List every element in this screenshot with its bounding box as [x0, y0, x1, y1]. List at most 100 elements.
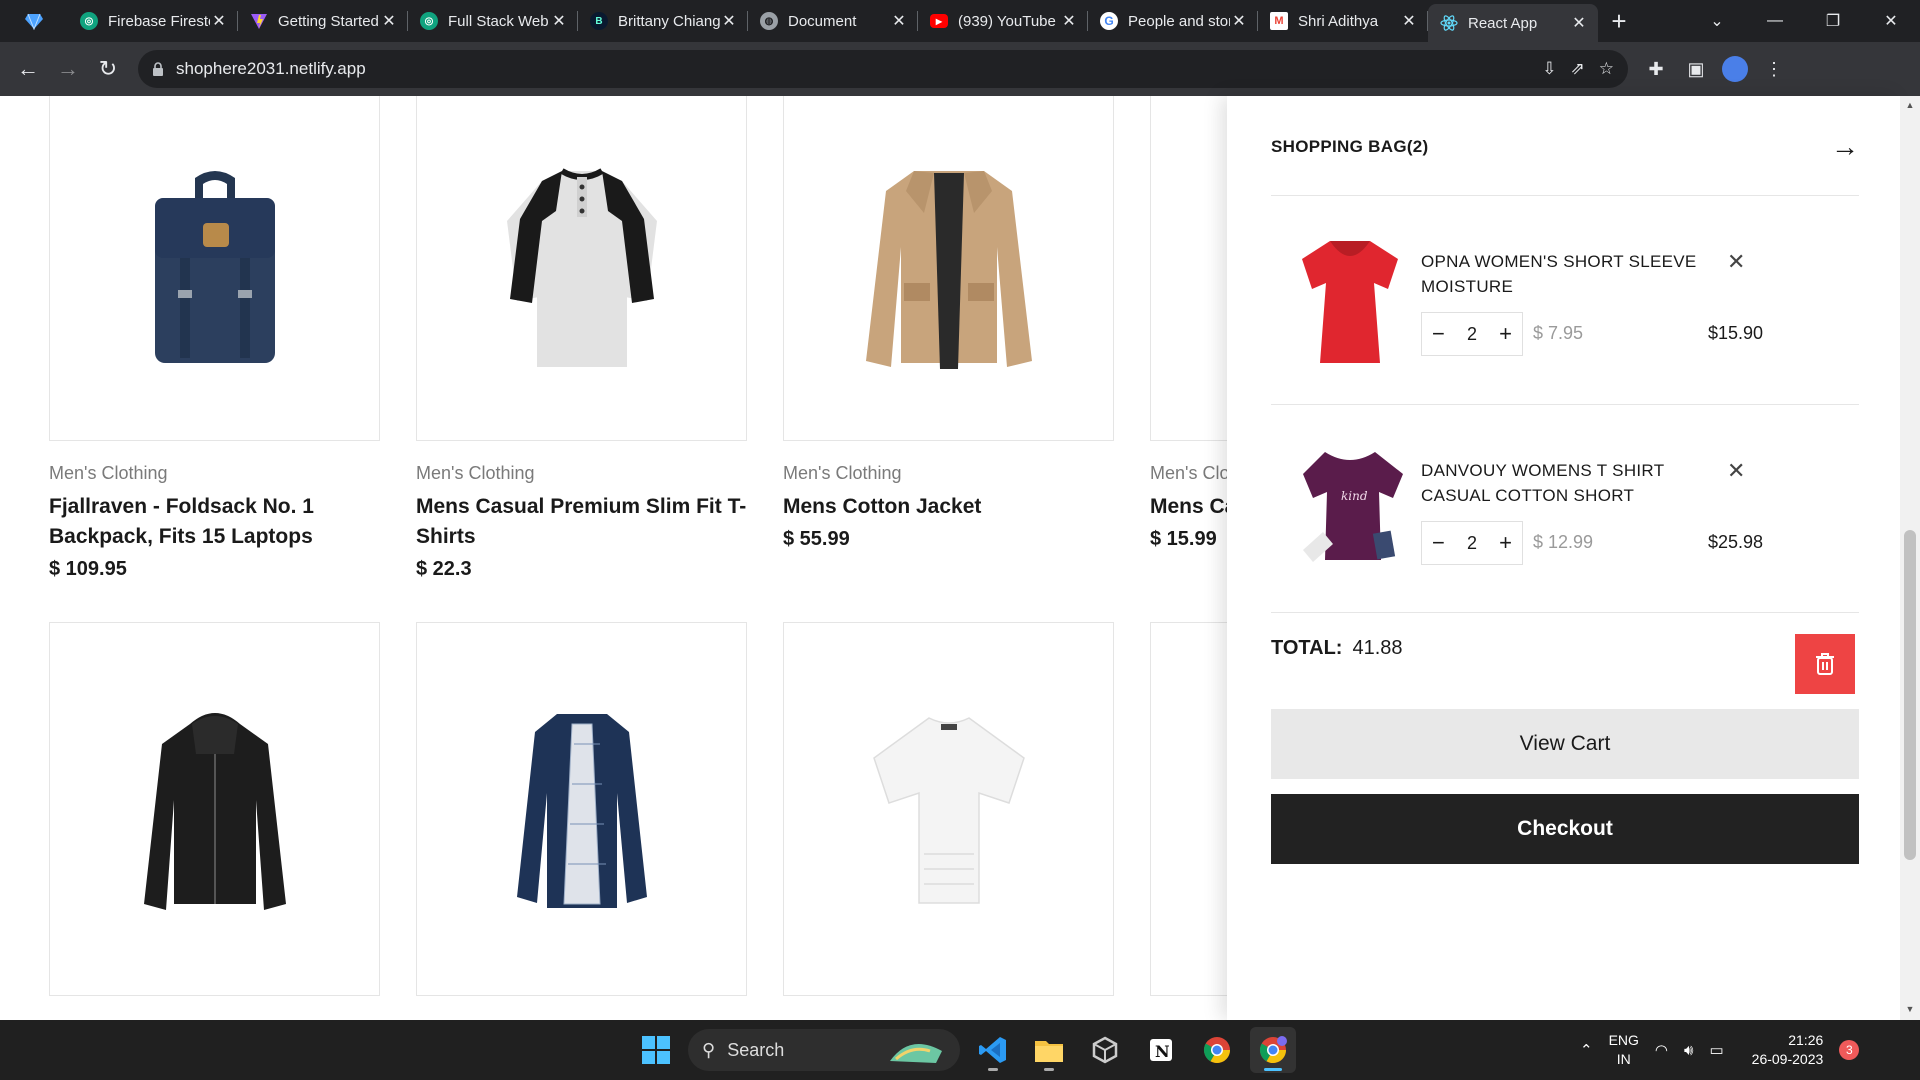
chrome-profile-icon[interactable] — [1250, 1027, 1296, 1073]
notification-badge[interactable]: 3 — [1839, 1040, 1860, 1060]
arrow-right-icon[interactable]: → — [1831, 131, 1859, 163]
clock[interactable]: 21:26 26-09-2023 — [1752, 1031, 1824, 1069]
chrome-icon[interactable] — [1194, 1027, 1240, 1073]
browser-tab[interactable]: ▶ (939) YouTube ✕ — [918, 0, 1088, 42]
menu-kebab-icon[interactable]: ⋮ — [1760, 55, 1788, 83]
product-card[interactable]: Men's Clothing Fjallraven - Foldsack No.… — [49, 96, 380, 581]
product-image[interactable] — [49, 622, 380, 996]
tab-close-icon[interactable]: ✕ — [380, 11, 398, 31]
view-cart-button[interactable]: View Cart — [1271, 709, 1859, 779]
tab-search-chevron-icon[interactable]: ⌄ — [1688, 11, 1746, 31]
unity-icon[interactable] — [1082, 1027, 1128, 1073]
battery-icon[interactable]: ▭ — [1709, 1041, 1723, 1059]
forward-icon[interactable]: → — [48, 49, 88, 89]
clear-cart-button[interactable] — [1795, 634, 1855, 694]
trash-icon — [1816, 653, 1834, 675]
raglan-shirt-image — [506, 168, 657, 367]
language-indicator[interactable]: ENG IN — [1609, 1031, 1639, 1069]
product-name[interactable]: Fjallraven - Foldsack No. 1 Backpack, Fi… — [49, 492, 380, 552]
taskbar-search[interactable]: ⚲ Search — [688, 1029, 960, 1071]
wifi-icon[interactable]: ◠ — [1655, 1041, 1668, 1059]
side-panel-icon[interactable]: ▣ — [1682, 55, 1710, 83]
scrollbar-thumb[interactable] — [1904, 530, 1916, 860]
extensions-puzzle-icon[interactable]: ✚ — [1642, 55, 1670, 83]
volume-icon[interactable]: 🔊︎ — [1684, 1042, 1693, 1059]
remove-item-icon[interactable]: ✕ — [1727, 249, 1745, 275]
divider — [1271, 612, 1859, 613]
running-indicator — [1264, 1068, 1282, 1071]
minimize-icon[interactable]: — — [1746, 12, 1804, 30]
product-name[interactable]: Mens Cotton Jacket — [783, 492, 1114, 522]
windows-start-icon[interactable] — [634, 1028, 678, 1072]
tab-close-icon[interactable]: ✕ — [890, 11, 908, 31]
page-scrollbar[interactable]: ▲ ▼ — [1900, 96, 1920, 1020]
cart-item-name: OPNA WOMEN'S SHORT SLEEVE MOISTURE — [1421, 252, 1697, 296]
back-icon[interactable]: ← — [8, 49, 48, 89]
cart-total: TOTAL: 41.88 — [1271, 637, 1403, 660]
product-card[interactable] — [416, 622, 747, 996]
browser-tab-active[interactable]: React App ✕ — [1428, 4, 1598, 42]
browser-tab[interactable]: ◎ Full Stack Web ✕ — [408, 0, 578, 42]
tab-close-icon[interactable]: ✕ — [1060, 11, 1078, 31]
scroll-up-icon[interactable]: ▲ — [1900, 100, 1920, 110]
product-image[interactable] — [416, 622, 747, 996]
unit-price: $ 7.95 — [1533, 323, 1584, 343]
address-bar[interactable]: shophere2031.netlify.app ⇩ ⇗ ☆ — [138, 50, 1628, 88]
search-placeholder: Search — [727, 1039, 785, 1060]
product-price: $ 109.95 — [49, 558, 127, 580]
browser-tab[interactable]: Getting Started ✕ — [238, 0, 408, 42]
browser-tab[interactable]: M Shri Adithya ✕ — [1258, 0, 1428, 42]
increment-icon[interactable]: + — [1499, 532, 1512, 554]
chevron-up-icon[interactable]: ⌃ — [1580, 1041, 1593, 1059]
tab-close-icon[interactable]: ✕ — [1570, 13, 1588, 33]
cart-item-image[interactable]: kind — [1295, 440, 1405, 580]
product-card[interactable]: Men's Clothing Mens Cotton Jacket $ 55.9… — [783, 96, 1114, 581]
remove-item-icon[interactable]: ✕ — [1727, 458, 1745, 484]
increment-icon[interactable]: + — [1499, 323, 1512, 345]
restore-icon[interactable]: ❐ — [1804, 11, 1862, 31]
decrement-icon[interactable]: − — [1432, 532, 1445, 554]
toolbar-right: ✚ ▣ ⋮ — [1642, 55, 1788, 83]
vscode-icon[interactable] — [970, 1027, 1016, 1073]
tab-close-icon[interactable]: ✕ — [550, 11, 568, 31]
tab-close-icon[interactable]: ✕ — [1400, 11, 1418, 31]
tab-close-icon[interactable]: ✕ — [210, 11, 228, 31]
reload-icon[interactable]: ↻ — [88, 49, 128, 89]
white-tee-image — [872, 717, 1025, 904]
install-app-icon[interactable]: ⇩ — [1542, 59, 1556, 79]
browser-tab[interactable]: ◍ Document ✕ — [748, 0, 918, 42]
file-explorer-icon[interactable] — [1026, 1027, 1072, 1073]
tab-search-button[interactable] — [0, 0, 68, 42]
product-image[interactable] — [783, 622, 1114, 996]
tab-close-icon[interactable]: ✕ — [1230, 11, 1248, 31]
tab-close-icon[interactable]: ✕ — [720, 11, 738, 31]
tab-title: People and stories — [1128, 12, 1230, 30]
close-window-icon[interactable]: ✕ — [1862, 11, 1920, 31]
share-icon[interactable]: ⇗ — [1571, 59, 1585, 79]
product-image[interactable] — [783, 96, 1114, 441]
taskbar-apps: ⚲ Search N — [634, 1020, 1296, 1080]
tab-title: Brittany Chiang — [618, 12, 720, 30]
cart-item-image[interactable] — [1295, 231, 1405, 371]
browser-tab[interactable]: G People and stories ✕ — [1088, 0, 1258, 42]
product-name[interactable]: Mens Casual Premium Slim Fit T-Shirts — [416, 492, 747, 552]
product-image[interactable] — [49, 96, 380, 441]
product-card[interactable] — [783, 622, 1114, 996]
product-image[interactable] — [416, 96, 747, 441]
scroll-down-icon[interactable]: ▼ — [1900, 1004, 1920, 1014]
profile-avatar[interactable] — [1722, 56, 1748, 82]
cart-title: SHOPPING BAG(2) — [1271, 137, 1429, 156]
quantity-value: 2 — [1466, 532, 1477, 553]
line-total: $15.90 — [1707, 323, 1763, 343]
new-tab-button[interactable]: + — [1598, 0, 1640, 42]
product-card[interactable]: Men's Clothing Mens Casual Premium Slim … — [416, 96, 747, 581]
total-label: TOTAL: — [1271, 637, 1343, 659]
bookmark-star-icon[interactable]: ☆ — [1599, 59, 1614, 79]
divider — [1271, 195, 1859, 196]
checkout-button[interactable]: Checkout — [1271, 794, 1859, 864]
notion-icon[interactable]: N — [1138, 1027, 1184, 1073]
decrement-icon[interactable]: − — [1432, 323, 1445, 345]
browser-tab[interactable]: ◎ Firebase Firestore ✕ — [68, 0, 238, 42]
product-card[interactable] — [49, 622, 380, 996]
browser-tab[interactable]: B Brittany Chiang ✕ — [578, 0, 748, 42]
